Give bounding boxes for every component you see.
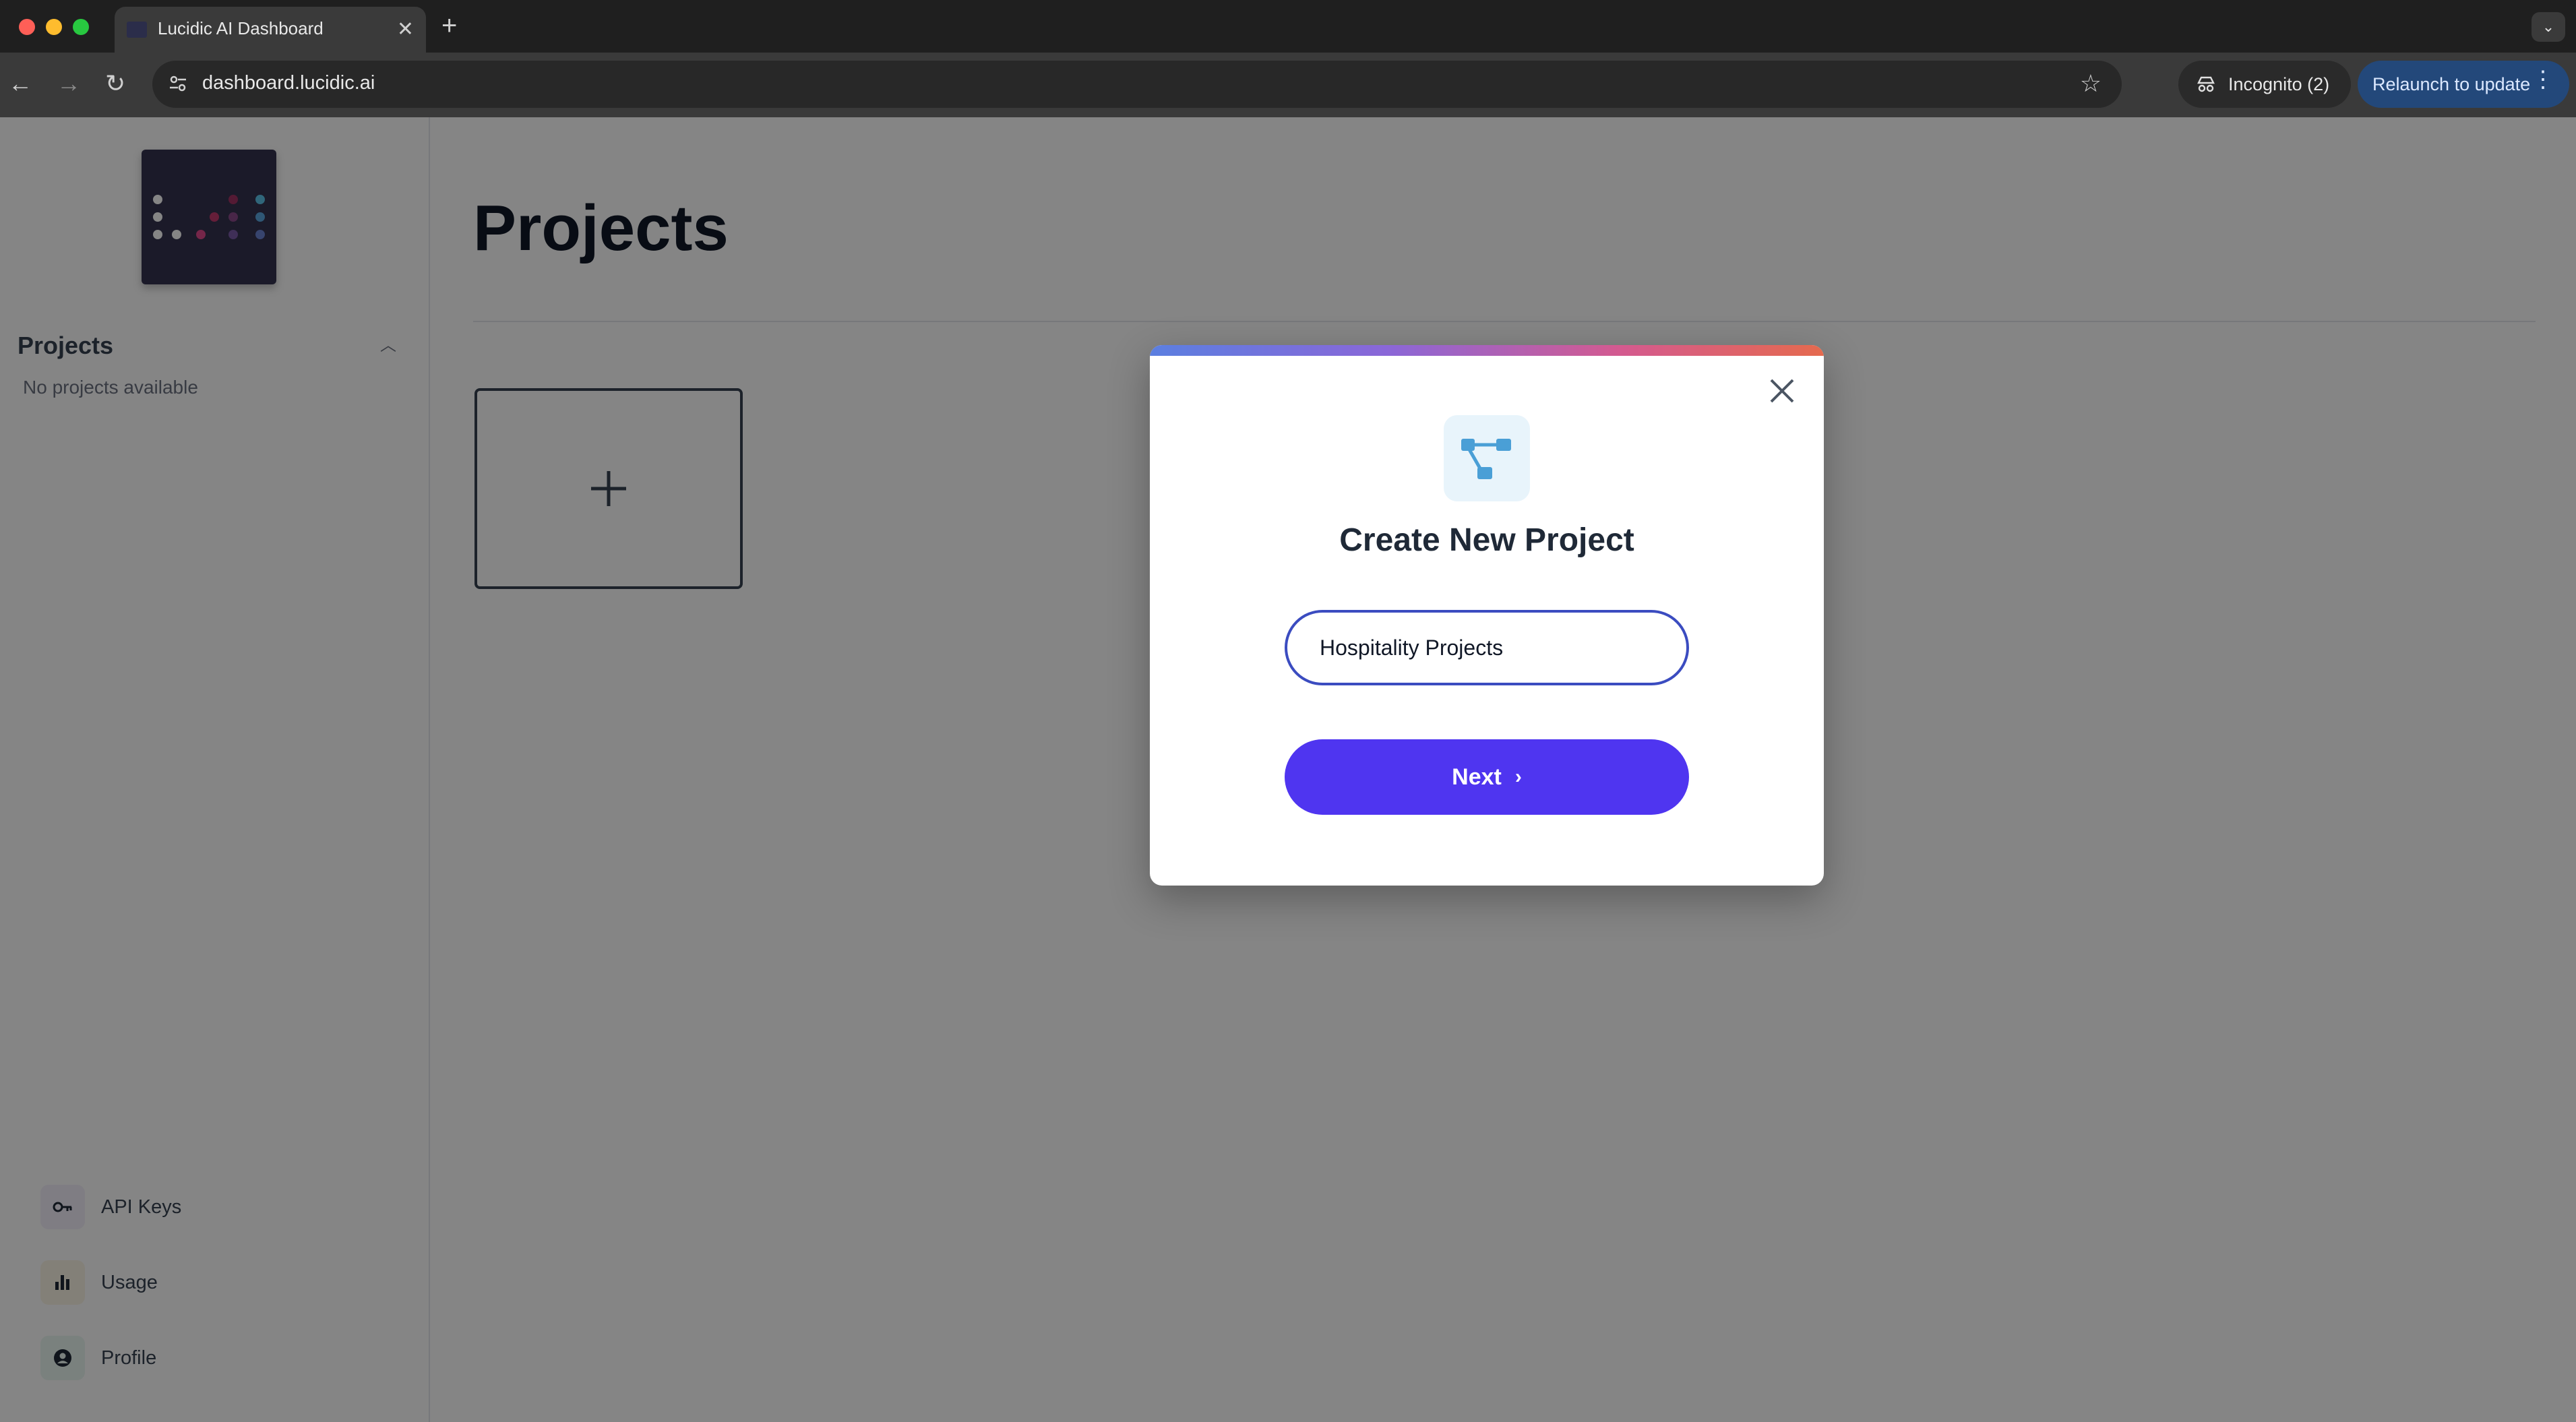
address-bar[interactable]: dashboard.lucidic.ai ☆	[152, 61, 2122, 108]
close-window-button[interactable]	[19, 19, 35, 35]
modal-title: Create New Project	[1339, 522, 1634, 558]
tab-search-chevron-icon[interactable]: ⌄	[2532, 12, 2565, 42]
url-text: dashboard.lucidic.ai	[202, 72, 375, 94]
incognito-label: Incognito (2)	[2228, 73, 2330, 94]
relaunch-update-button[interactable]: Relaunch to update ⋮	[2358, 61, 2569, 108]
close-icon[interactable]	[1765, 373, 1800, 408]
tab-favicon-icon	[127, 22, 147, 38]
modal-gradient-bar	[1150, 345, 1824, 356]
project-name-input[interactable]	[1285, 610, 1689, 685]
back-icon[interactable]: ←	[8, 69, 32, 98]
browser-tab[interactable]: Lucidic AI Dashboard ✕	[115, 7, 426, 54]
project-tree-icon	[1444, 415, 1530, 501]
browser-titlebar: Lucidic AI Dashboard ✕ + ⌄	[0, 0, 2576, 54]
relaunch-label: Relaunch to update	[2372, 73, 2531, 94]
next-button[interactable]: Next ›	[1285, 739, 1689, 815]
site-settings-icon[interactable]	[167, 73, 189, 94]
forward-icon[interactable]: →	[57, 69, 81, 98]
more-menu-icon[interactable]: ⋮	[2532, 66, 2554, 93]
next-button-label: Next	[1452, 764, 1502, 790]
tab-title: Lucidic AI Dashboard	[158, 18, 324, 38]
chevron-right-icon: ›	[1514, 766, 1522, 788]
tab-close-icon[interactable]: ✕	[397, 16, 414, 43]
browser-toolbar: ← → ↻ dashboard.lucidic.ai ☆ Incognito (…	[0, 53, 2576, 117]
create-project-modal: Create New Project Next ›	[1150, 345, 1824, 886]
reload-icon[interactable]: ↻	[105, 69, 125, 98]
minimize-window-button[interactable]	[46, 19, 62, 35]
maximize-window-button[interactable]	[73, 19, 89, 35]
new-tab-button[interactable]: +	[441, 11, 457, 40]
incognito-button[interactable]: Incognito (2)	[2178, 61, 2351, 108]
incognito-icon	[2197, 76, 2215, 92]
bookmark-star-icon[interactable]: ☆	[2080, 69, 2102, 98]
